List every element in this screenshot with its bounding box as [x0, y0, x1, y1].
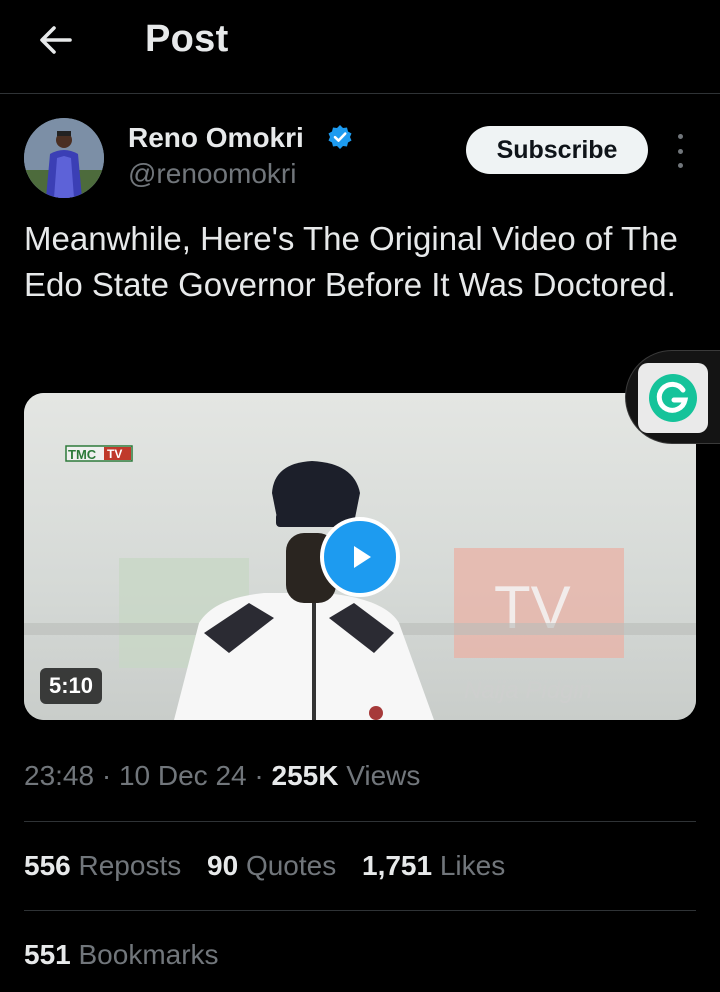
- post-time[interactable]: 23:48: [24, 760, 94, 791]
- quotes-stat[interactable]: 90 Quotes: [207, 850, 336, 881]
- logo-text: TMC: [68, 447, 97, 462]
- reposts-count: 556: [24, 850, 71, 881]
- divider: [24, 821, 696, 822]
- likes-stat[interactable]: 1,751 Likes: [362, 850, 505, 881]
- bookmarks-label: Bookmarks: [78, 939, 219, 970]
- video-duration-badge: 5:10: [40, 668, 102, 704]
- grammarly-widget[interactable]: [625, 350, 720, 444]
- reposts-label: Reposts: [78, 850, 182, 881]
- watermark-sub: Naija Pidgin: [464, 677, 592, 704]
- likes-label: Likes: [439, 850, 506, 881]
- avatar[interactable]: [24, 118, 104, 198]
- more-options-button[interactable]: [668, 134, 692, 168]
- quotes-count: 90: [207, 850, 239, 881]
- author-name[interactable]: Reno Omokri: [128, 122, 304, 154]
- top-bar: Post: [0, 0, 720, 94]
- play-icon: [354, 546, 371, 568]
- post-date[interactable]: 10 Dec 24: [119, 760, 247, 791]
- engagement-stats: 556 Reposts 90 Quotes 1,751 Likes: [24, 850, 523, 882]
- reposts-stat[interactable]: 556 Reposts: [24, 850, 181, 881]
- likes-count: 1,751: [362, 850, 433, 881]
- verified-badge-icon: [328, 125, 352, 149]
- tweet-text: Meanwhile, Here's The Original Video of …: [24, 220, 678, 303]
- more-vertical-icon: [677, 134, 683, 139]
- page-title: Post: [145, 18, 229, 60]
- divider: [24, 910, 696, 911]
- logo-text-2: TV: [107, 447, 122, 461]
- arrow-left-icon: [40, 26, 72, 54]
- subscribe-button[interactable]: Subscribe: [466, 126, 648, 174]
- back-button[interactable]: [36, 20, 76, 60]
- play-button[interactable]: [320, 517, 400, 597]
- views-label: Views: [346, 760, 421, 791]
- grammarly-icon: [649, 374, 697, 422]
- quotes-label: Quotes: [245, 850, 337, 881]
- bookmarks-count: 551: [24, 939, 71, 970]
- author-handle[interactable]: @renoomokri: [128, 158, 296, 190]
- bookmarks-stat[interactable]: 551 Bookmarks: [24, 939, 219, 971]
- post-metadata: 23:48 · 10 Dec 24 · 255K Views: [24, 760, 421, 791]
- views-count: 255K: [271, 760, 339, 791]
